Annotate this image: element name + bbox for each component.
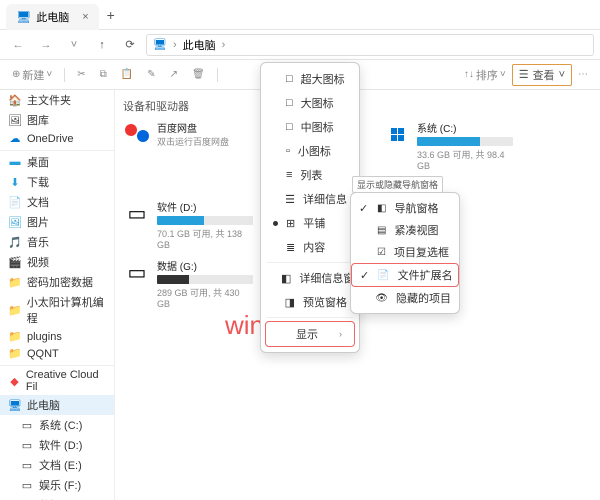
menu-item-nav[interactable]: ✓◧ 导航窗格 — [351, 197, 459, 219]
download-icon: ⬇ — [8, 176, 22, 189]
menu-item-xl[interactable]: □ 超大图标 — [261, 67, 359, 91]
music-icon: 🎵 — [8, 236, 22, 249]
sidebar-item-data[interactable]: ▭数据 (G:) — [0, 495, 114, 500]
menu-item-preview[interactable]: ◨ 预览窗格 — [261, 290, 359, 314]
drive-icon: ▭ — [20, 439, 34, 452]
sidebar-item-ent[interactable]: ▭娱乐 (F:) — [0, 475, 114, 495]
back-button[interactable]: ← — [6, 33, 30, 57]
video-icon: 🎬 — [8, 256, 22, 269]
more-button[interactable]: ⋯ — [574, 67, 592, 82]
sidebar-item-thispc[interactable]: 🖥此电脑 — [0, 395, 114, 415]
menu-item-hidden[interactable]: 👁 隐藏的项目 — [351, 287, 459, 309]
menu-item-detail[interactable]: ☰ 详细信息 — [261, 187, 359, 211]
new-button[interactable]: ⊕ 新建 ˅ — [8, 65, 56, 85]
pc-icon: 🖥 — [153, 38, 167, 51]
gallery-icon: 🖼 — [8, 114, 22, 127]
menu-item-ext[interactable]: ✓📄 文件扩展名 — [351, 263, 459, 287]
view-menu: □ 超大图标 □ 大图标 □ 中图标 ▫ 小图标 ≡ 列表 ☰ 详细信息 ⊞ 平… — [260, 62, 360, 353]
chevron-down-icon[interactable]: ˅ — [62, 33, 86, 57]
copy-icon: ⧉ — [96, 67, 111, 82]
sidebar-item-gallery[interactable]: 🖼图库 — [0, 110, 114, 130]
pc-icon: 🖥 — [16, 10, 31, 24]
windows-icon — [383, 120, 411, 148]
chevron-right-icon: › — [222, 39, 226, 51]
menu-item-s[interactable]: ▫ 小图标 — [261, 139, 359, 163]
sidebar-item-onedrive[interactable]: ☁OneDrive — [0, 130, 114, 147]
folder-icon: 📁 — [8, 330, 22, 343]
menu-item-compact[interactable]: ▤ 紧凑视图 — [351, 219, 459, 241]
drive-data[interactable]: ▭ 数据 (G:) 289 GB 可用, 共 430 GB — [123, 258, 253, 309]
sidebar-item-sys[interactable]: ▭系统 (C:) — [0, 415, 114, 435]
drive-icon: ▭ — [123, 199, 151, 227]
creative-icon: ◆ — [8, 375, 21, 388]
breadcrumb-label: 此电脑 — [183, 37, 216, 53]
folder-icon: 📁 — [8, 276, 22, 289]
sidebar-item-soft[interactable]: ▭软件 (D:) — [0, 435, 114, 455]
drive-icon: ▭ — [123, 258, 151, 286]
view-button[interactable]: ☰ 查看 ˅ — [512, 64, 572, 86]
delete-icon: 🗑 — [188, 67, 209, 82]
folder-icon: 📁 — [8, 304, 22, 317]
sidebar-item-pictures[interactable]: 🖼图片 — [0, 212, 114, 232]
menu-item-checkboxes[interactable]: ☑ 项目复选框 — [351, 241, 459, 263]
menu-item-show[interactable]: 显示› — [265, 321, 355, 347]
sidebar-item-plugins[interactable]: 📁plugins — [0, 328, 114, 345]
sidebar-item-desktop[interactable]: ▬桌面 — [0, 150, 114, 172]
sidebar-item-creative[interactable]: ◆Creative Cloud Fil — [0, 365, 114, 395]
show-submenu: ✓◧ 导航窗格 ▤ 紧凑视图 ☑ 项目复选框 ✓📄 文件扩展名 👁 隐藏的项目 — [350, 192, 460, 314]
sort-button[interactable]: ↑↓ 排序 ˅ — [460, 65, 510, 85]
sidebar-item-pw[interactable]: 📁密码加密数据 — [0, 272, 114, 292]
sidebar-item-sun[interactable]: 📁小太阳计算机编程 — [0, 292, 114, 328]
desktop-icon: ▬ — [8, 156, 22, 168]
sidebar-item-downloads[interactable]: ⬇下载 — [0, 172, 114, 192]
close-icon[interactable]: × — [82, 11, 88, 23]
drive-icon: ▭ — [20, 459, 34, 472]
drive-baidu[interactable]: 百度网盘 双击运行百度网盘 — [123, 120, 253, 171]
sidebar: 🏠主文件夹 🖼图库 ☁OneDrive ▬桌面 ⬇下载 📄文档 🖼图片 🎵音乐 … — [0, 90, 115, 500]
baidu-icon — [123, 120, 151, 148]
menu-item-l[interactable]: □ 大图标 — [261, 91, 359, 115]
drive-sys[interactable]: 系统 (C:) 33.6 GB 可用, 共 98.4 GB — [383, 120, 513, 171]
drive-icon: ▭ — [20, 479, 34, 492]
sidebar-item-documents[interactable]: 📄文档 — [0, 192, 114, 212]
cloud-icon: ☁ — [8, 132, 22, 145]
picture-icon: 🖼 — [8, 216, 22, 229]
up-button[interactable]: ↑ — [90, 33, 114, 57]
tab-title: 此电脑 — [36, 9, 69, 25]
drive-soft[interactable]: ▭ 软件 (D:) 70.1 GB 可用, 共 138 GB — [123, 199, 253, 250]
share-icon: ↗ — [166, 67, 182, 82]
document-icon: 📄 — [8, 196, 22, 209]
cut-icon: ✂ — [73, 67, 89, 82]
menu-item-tile[interactable]: ⊞ 平铺 — [261, 211, 359, 235]
address-bar: ← → ˅ ↑ ⟳ 🖥 › 此电脑 › — [0, 30, 600, 60]
titlebar: 🖥 此电脑 × + — [0, 0, 600, 30]
breadcrumb[interactable]: 🖥 › 此电脑 › — [146, 34, 594, 56]
sidebar-item-videos[interactable]: 🎬视频 — [0, 252, 114, 272]
forward-button[interactable]: → — [34, 33, 58, 57]
tab-thispc[interactable]: 🖥 此电脑 × — [6, 4, 99, 30]
menu-item-detailpane[interactable]: ◧ 详细信息窗格 — [261, 266, 359, 290]
refresh-button[interactable]: ⟳ — [118, 33, 142, 57]
menu-item-list[interactable]: ≡ 列表 — [261, 163, 359, 187]
drive-icon: ▭ — [20, 419, 34, 432]
sidebar-item-music[interactable]: 🎵音乐 — [0, 232, 114, 252]
home-icon: 🏠 — [8, 94, 22, 107]
paste-icon: 📋 — [117, 67, 137, 82]
folder-icon: 📁 — [8, 347, 22, 360]
pc-icon: 🖥 — [8, 399, 22, 412]
tooltip: 显示或隐藏导航窗格 — [352, 176, 443, 193]
rename-icon: ✎ — [143, 67, 159, 82]
sidebar-item-home[interactable]: 🏠主文件夹 — [0, 90, 114, 110]
menu-item-m[interactable]: □ 中图标 — [261, 115, 359, 139]
menu-item-content[interactable]: ≣ 内容 — [261, 235, 359, 259]
sidebar-item-docs2[interactable]: ▭文档 (E:) — [0, 455, 114, 475]
chevron-right-icon: › — [173, 39, 177, 51]
sidebar-item-qqnt[interactable]: 📁QQNT — [0, 345, 114, 362]
new-tab-button[interactable]: + — [107, 7, 115, 23]
